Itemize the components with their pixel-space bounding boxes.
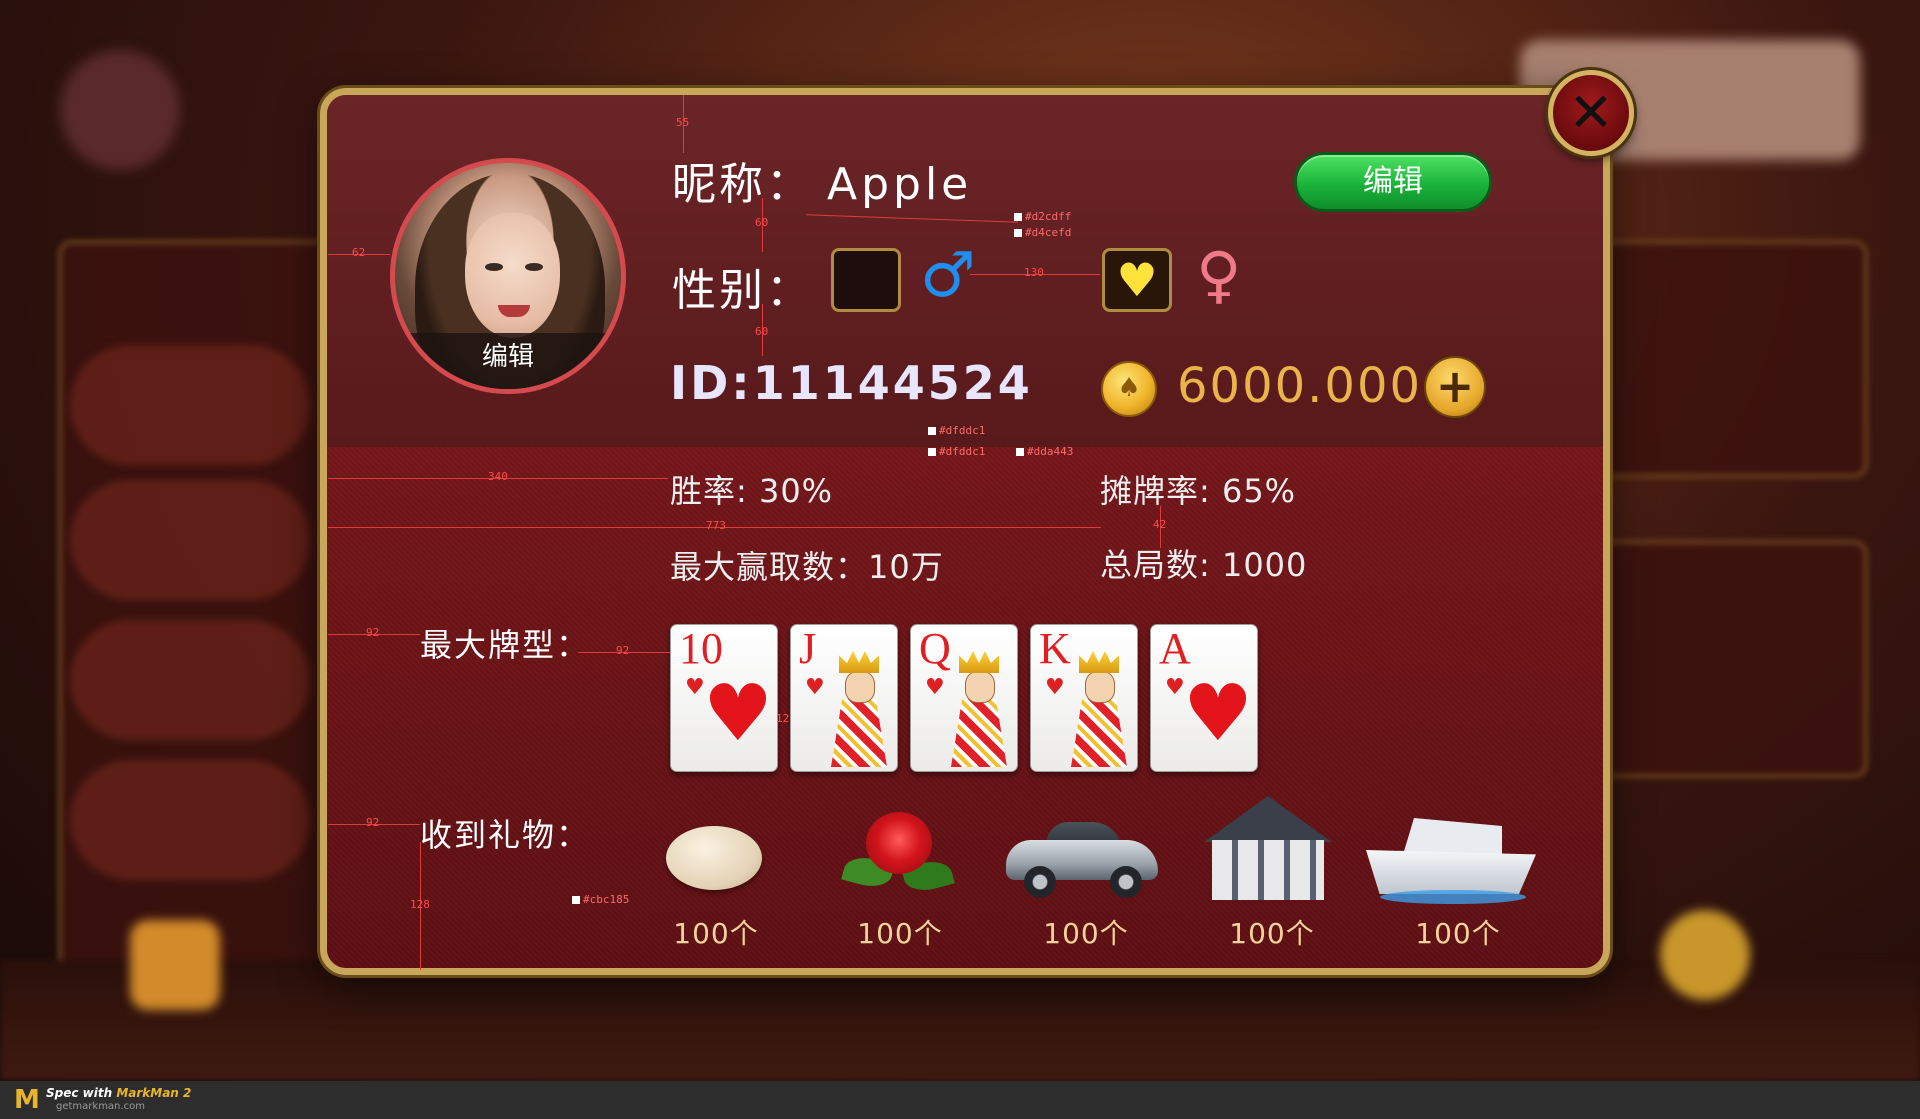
card-a-hearts: A ♥ ♥ [1150,624,1258,772]
annotation-dim: 92 [366,816,380,829]
annotation-dim: 130 [1024,266,1044,279]
heart-check-icon: ♥ [1116,253,1158,307]
female-checkbox[interactable]: ♥ [1102,248,1172,312]
user-id: ID:11144524 [670,356,1033,410]
nickname-value: Apple [827,159,973,210]
win-rate: 胜率: 30% [670,472,834,510]
close-button[interactable]: ✕ [1548,70,1634,156]
annotation-color: #dfddc1 [928,445,985,458]
annotation-color: #dda443 [1016,445,1073,458]
yacht-icon [1366,806,1536,906]
markman-logo-icon: M [14,1085,40,1115]
egg-icon [666,826,762,890]
annotation-dim: 60 [755,216,769,229]
annotation-dim: 42 [1153,518,1167,531]
annotation-dim: 12 [776,712,790,725]
house-icon [1204,796,1332,900]
card-j-hearts: J ♥ [790,624,898,772]
nickname-label: 昵称： [672,159,813,210]
nickname-row: 昵称： Apple [672,148,972,212]
sports-car-icon [1006,814,1158,904]
max-win: 最大赢取数：10万 [670,548,944,586]
card-10-hearts: 10 ♥ ♥ [670,624,778,772]
annotation-dim: 92 [616,644,630,657]
annotation-dim: 62 [352,246,366,259]
male-icon: ♂ [920,238,976,311]
female-icon: ♀ [1196,238,1242,311]
annotation-dim: 773 [706,519,726,532]
gift-count-house: 100个 [1229,917,1315,950]
jack-figure [827,649,891,767]
gift-count-car: 100个 [1043,917,1129,950]
showdown-rate: 摊牌率: 65% [1100,472,1297,510]
gold-amount: 6000.000 [1177,358,1423,414]
annotation-color: #cbc185 [572,893,629,906]
annotation-dim: 340 [488,470,508,483]
annotation-dim: 128 [410,898,430,911]
gift-count-egg: 100个 [673,917,759,950]
gender-label: 性别： [672,265,813,316]
rose-icon [840,808,958,908]
avatar-edit-label[interactable]: 编辑 [395,333,621,389]
heart-icon: ♥ [703,669,773,759]
annotation-dim: 60 [755,325,769,338]
annotation-dim: 55 [676,116,690,129]
add-gold-button[interactable]: + [1424,356,1486,418]
avatar[interactable]: 编辑 [390,158,626,394]
annotation-color: #d4cefd [1014,226,1071,239]
male-checkbox[interactable] [831,248,901,312]
close-icon: ✕ [1568,81,1614,144]
card-q-hearts: Q ♥ [910,624,1018,772]
total-games: 总局数: 1000 [1100,546,1308,584]
annotation-dim: 92 [366,626,380,639]
heart-icon: ♥ [1183,669,1253,759]
footer-title: Spec with MarkMan 2 [46,1086,192,1100]
gift-count-rose: 100个 [857,917,943,950]
annotation-color: #d2cdff [1014,210,1071,223]
gifts-label: 收到礼物： [420,816,591,854]
markman-footer: M Spec with MarkMan 2 getmarkman.com [0,1081,1920,1119]
gift-count-yacht: 100个 [1415,917,1501,950]
footer-link[interactable]: getmarkman.com [56,1101,145,1112]
edit-profile-button[interactable]: 编辑 [1294,152,1492,212]
card-k-hearts: K ♥ [1030,624,1138,772]
gold-coin-icon: ♠ [1101,361,1157,417]
queen-figure [947,649,1011,767]
king-figure [1067,649,1131,767]
annotation-color: #dfddc1 [928,424,985,437]
best-hand-label: 最大牌型： [420,626,591,664]
